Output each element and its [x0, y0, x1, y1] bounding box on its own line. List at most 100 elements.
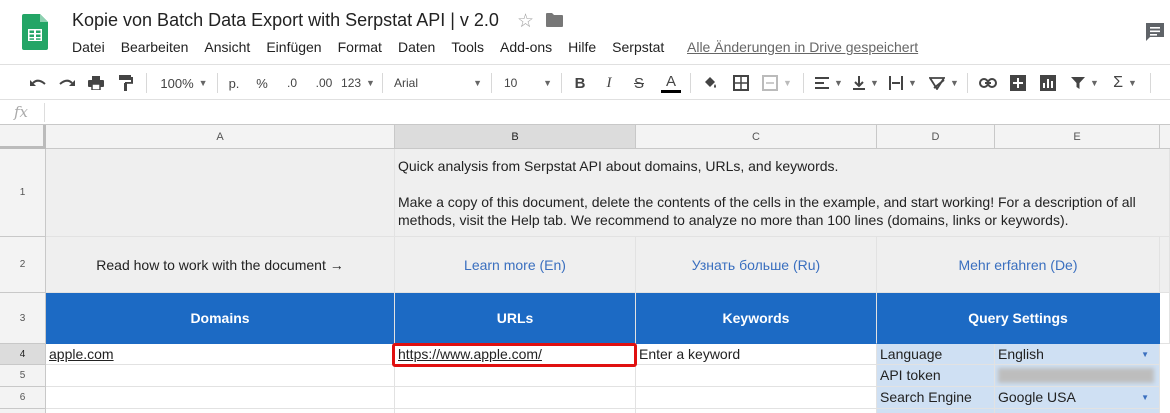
sheets-logo-icon[interactable] [22, 14, 48, 50]
font-family-value: Arial [394, 76, 419, 90]
chevron-down-icon: ▼ [543, 78, 552, 88]
select-all-corner[interactable] [0, 125, 46, 149]
learn-more-en-link[interactable]: Learn more (En) [395, 237, 636, 293]
formula-bar-divider [44, 103, 45, 122]
row-header-3[interactable]: 3 [0, 293, 46, 344]
percent-format-button[interactable]: % [254, 71, 270, 95]
menu-serpstat[interactable]: Serpstat [612, 39, 664, 55]
bold-icon[interactable]: B [571, 71, 589, 95]
api-token-label: API token [877, 365, 995, 387]
settings-cell-d7[interactable] [877, 409, 995, 413]
column-header-f[interactable] [1160, 125, 1170, 149]
comment-icon[interactable] [1145, 22, 1165, 42]
increase-decimal-button[interactable]: .00 [311, 71, 337, 95]
currency-format-button[interactable]: p. [226, 71, 242, 95]
query-settings-header[interactable]: Query Settings [877, 293, 1160, 344]
menu-format[interactable]: Format [338, 39, 382, 55]
cell-f2[interactable] [1160, 237, 1170, 293]
settings-cell-e7[interactable] [995, 409, 1160, 413]
menu-bearbeiten[interactable]: Bearbeiten [121, 39, 189, 55]
paint-format-icon[interactable] [116, 71, 136, 95]
cell-f3[interactable] [1160, 293, 1170, 344]
column-header-e[interactable]: E [995, 125, 1160, 149]
redo-icon[interactable] [57, 71, 77, 95]
print-icon[interactable] [86, 71, 106, 95]
menu-ansicht[interactable]: Ansicht [204, 39, 250, 55]
column-header-c[interactable]: C [636, 125, 877, 149]
star-icon[interactable]: ☆ [517, 10, 534, 33]
learn-more-de-link[interactable]: Mehr erfahren (De) [877, 237, 1160, 293]
font-size-select[interactable]: 10 ▼ [504, 71, 552, 95]
row-header-7[interactable] [0, 409, 46, 413]
domain-cell-a4[interactable]: apple.com [46, 344, 395, 365]
search-engine-dropdown[interactable]: Google USA ▼ [995, 387, 1160, 409]
url-cell-b4[interactable]: https://www.apple.com/ [395, 344, 636, 365]
row-header-6[interactable]: 6 [0, 387, 46, 409]
cell-a1[interactable] [46, 149, 395, 237]
merge-cells-icon[interactable]: ▼ [762, 71, 792, 95]
row-header-2[interactable]: 2 [0, 237, 46, 293]
functions-icon[interactable]: Σ ▼ [1110, 71, 1140, 95]
menu-daten[interactable]: Daten [398, 39, 435, 55]
menu-hilfe[interactable]: Hilfe [568, 39, 596, 55]
formula-input[interactable] [52, 104, 1152, 121]
insert-chart-icon[interactable] [1038, 71, 1058, 95]
zoom-value: 100% [160, 75, 194, 91]
column-header-d[interactable]: D [877, 125, 995, 149]
domain-cell-a5[interactable] [46, 365, 395, 387]
text-wrapping-icon[interactable]: ▼ [888, 71, 918, 95]
column-header-a[interactable]: A [46, 125, 395, 149]
italic-icon[interactable]: I [600, 71, 618, 95]
keyword-cell-c4[interactable]: Enter a keyword [636, 344, 877, 365]
row-header-4[interactable]: 4 [0, 344, 46, 365]
menu-einfuegen[interactable]: Einfügen [266, 39, 321, 55]
undo-icon[interactable] [28, 71, 48, 95]
menu-datei[interactable]: Datei [72, 39, 105, 55]
column-header-b[interactable]: B [395, 125, 636, 149]
filter-icon[interactable]: ▼ [1068, 71, 1102, 95]
saved-status-link[interactable]: Alle Änderungen in Drive gespeichert [687, 39, 918, 55]
document-title[interactable]: Kopie von Batch Data Export with Serpsta… [72, 10, 499, 31]
url-cell-b7[interactable] [395, 409, 636, 413]
api-token-input[interactable] [995, 365, 1160, 387]
text-color-glyph: A [665, 72, 676, 90]
keywords-header[interactable]: Keywords [636, 293, 877, 344]
domains-header[interactable]: Domains [46, 293, 395, 344]
row-header-1[interactable]: 1 [0, 149, 46, 237]
search-engine-label: Search Engine [877, 387, 995, 409]
text-color-icon[interactable]: A [660, 71, 682, 95]
chevron-down-icon[interactable]: ▼ [1141, 393, 1149, 402]
urls-header[interactable]: URLs [395, 293, 636, 344]
cell-a2-read-how[interactable]: Read how to work with the document → [46, 237, 395, 293]
language-dropdown[interactable]: English ▼ [995, 344, 1160, 365]
menu-tools[interactable]: Tools [451, 39, 484, 55]
cell-b1-description[interactable]: Quick analysis from Serpstat API about d… [395, 149, 1170, 237]
folder-icon[interactable] [546, 13, 563, 27]
insert-link-icon[interactable] [977, 71, 999, 95]
text-rotation-icon[interactable]: ▼ [928, 71, 960, 95]
fill-color-icon[interactable] [700, 71, 720, 95]
keyword-cell-c6[interactable] [636, 387, 877, 409]
url-cell-b6[interactable] [395, 387, 636, 409]
domain-cell-a7[interactable] [46, 409, 395, 413]
zoom-select[interactable]: 100% ▼ [158, 71, 210, 95]
domain-cell-a6[interactable] [46, 387, 395, 409]
horizontal-align-icon[interactable]: ▼ [813, 71, 845, 95]
more-formats-select[interactable]: 123 ▼ [341, 71, 375, 95]
insert-comment-icon[interactable] [1008, 71, 1028, 95]
instructions-text: Make a copy of this document, delete the… [398, 194, 1136, 228]
vertical-align-icon[interactable]: ▼ [851, 71, 881, 95]
url-cell-b5[interactable] [395, 365, 636, 387]
learn-more-ru-link[interactable]: Узнать больше (Ru) [636, 237, 877, 293]
menu-add-ons[interactable]: Add-ons [500, 39, 552, 55]
borders-icon[interactable] [731, 71, 751, 95]
row-header-5[interactable]: 5 [0, 365, 46, 387]
chevron-down-icon[interactable]: ▼ [1141, 350, 1149, 359]
language-label: Language [877, 344, 995, 365]
keyword-cell-c5[interactable] [636, 365, 877, 387]
font-family-select[interactable]: Arial ▼ [394, 71, 482, 95]
toolbar-divider [146, 73, 147, 93]
strikethrough-icon[interactable]: S [630, 71, 648, 95]
decrease-decimal-button[interactable]: .0 [281, 71, 303, 95]
keyword-cell-c7[interactable] [636, 409, 877, 413]
